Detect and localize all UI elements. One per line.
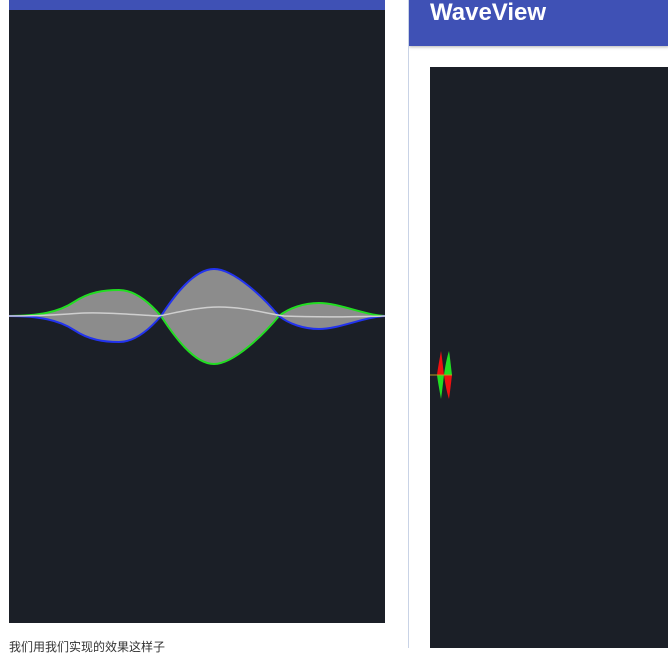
marker-red-upper [437, 351, 444, 375]
marker-green-lower [437, 375, 444, 399]
wave-view-canvas [9, 267, 385, 366]
marker-green-upper [444, 351, 452, 375]
wave-start-marker [430, 351, 452, 399]
right-screenshot: WaveView [408, 0, 668, 648]
left-caption: 我们用我们实现的效果这样子 [9, 640, 166, 654]
left-app-bar [9, 0, 385, 10]
wave-view-canvas-right [430, 67, 668, 648]
app-title: WaveView [430, 0, 547, 26]
app-bar: WaveView [409, 0, 668, 46]
marker-red-lower [444, 375, 452, 399]
left-screenshot [9, 0, 385, 623]
